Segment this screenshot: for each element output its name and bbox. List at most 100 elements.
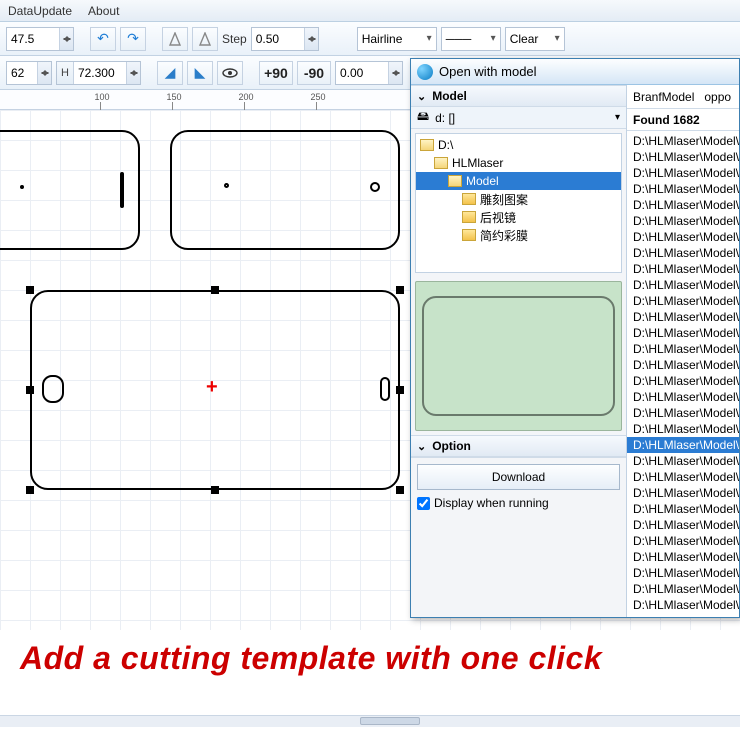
height-input[interactable] [74, 62, 126, 84]
status-scrollbar[interactable] [0, 715, 740, 727]
shape-2-dot [224, 183, 229, 188]
tree-sub1[interactable]: 雕刻图案 [416, 190, 621, 208]
handle-e[interactable] [396, 386, 404, 394]
tool-b-button[interactable] [192, 27, 218, 51]
panel-titlebar[interactable]: Open with model [411, 59, 739, 85]
handle-n[interactable] [211, 286, 219, 294]
list-item[interactable]: D:\HLMlaser\Model\oppo [627, 549, 739, 565]
handle-sw[interactable] [26, 486, 34, 494]
download-button[interactable]: Download [417, 464, 620, 490]
value1-input[interactable] [7, 28, 59, 50]
list-item[interactable]: D:\HLMlaser\Model\oppo [627, 421, 739, 437]
tree-sub3[interactable]: 简约彩膜 [416, 226, 621, 244]
list-item[interactable]: D:\HLMlaser\Model\oppo [627, 325, 739, 341]
width-input[interactable] [7, 62, 37, 84]
panel-app-icon [417, 64, 433, 80]
width-field[interactable] [6, 61, 52, 85]
hairline-combo[interactable]: Hairline▾ [357, 27, 437, 51]
flip-v-button[interactable]: ◣ [187, 61, 213, 85]
list-item[interactable]: D:\HLMlaser\Model\oppo [627, 293, 739, 309]
list-item[interactable]: D:\HLMlaser\Model\oppo [627, 565, 739, 581]
chevron-down-icon: ⌄ [417, 440, 426, 453]
tree-model[interactable]: Model [416, 172, 621, 190]
shape-2-camera [370, 182, 380, 192]
rotate-minus90-button[interactable]: -90 [297, 61, 331, 85]
list-item[interactable]: D:\HLMlaser\Model\oppo [627, 245, 739, 261]
selected-cutout [42, 375, 64, 403]
folder-tree[interactable]: D:\ HLMlaser Model 雕刻图案 后视镜 简约彩膜 [415, 133, 622, 273]
angle-field[interactable] [335, 61, 403, 85]
list-item[interactable]: D:\HLMlaser\Model\oppo [627, 213, 739, 229]
step-input[interactable] [252, 28, 304, 50]
list-item[interactable]: D:\HLMlaser\Model\oppo [627, 373, 739, 389]
tree-hlmlaser[interactable]: HLMlaser [416, 154, 621, 172]
list-item[interactable]: D:\HLMlaser\Model\oppo [627, 405, 739, 421]
clear-combo[interactable]: Clear▾ [505, 27, 565, 51]
model-preview [415, 281, 622, 431]
list-item[interactable]: D:\HLMlaser\Model\oppo [627, 501, 739, 517]
menu-about[interactable]: About [88, 4, 119, 18]
undo-button[interactable]: ↶ [90, 27, 116, 51]
list-item[interactable]: D:\HLMlaser\Model\oppo [627, 261, 739, 277]
drive-selector[interactable]: 🖴 d: [] ▾ [411, 107, 626, 129]
scroll-thumb[interactable] [360, 717, 420, 725]
list-item[interactable]: D:\HLMlaser\Model\oppo [627, 277, 739, 293]
list-item[interactable]: D:\HLMlaser\Model\oppo [627, 389, 739, 405]
list-item[interactable]: D:\HLMlaser\Model\oppo [627, 469, 739, 485]
rotate-plus90-button[interactable]: +90 [259, 61, 293, 85]
angle-input[interactable] [336, 62, 388, 84]
menu-dataupdate[interactable]: DataUpdate [8, 4, 72, 18]
selected-camera [380, 377, 390, 401]
shape-1-slot [120, 172, 124, 208]
display-checkbox-input[interactable] [417, 497, 430, 510]
tree-root[interactable]: D:\ [416, 136, 621, 154]
list-item[interactable]: D:\HLMlaser\Model\oppo [627, 149, 739, 165]
handle-w[interactable] [26, 386, 34, 394]
list-item[interactable]: D:\HLMlaser\Model\oppo [627, 533, 739, 549]
list-item[interactable]: D:\HLMlaser\Model\oppo [627, 453, 739, 469]
list-item[interactable]: D:\HLMlaser\Model\oppo [627, 133, 739, 149]
toolbar-row-1: ↶ ↷ Step Hairline▾ ───▾ Clear▾ [0, 22, 740, 56]
handle-nw[interactable] [26, 286, 34, 294]
height-field[interactable]: H [56, 61, 141, 85]
list-item[interactable]: D:\HLMlaser\Model\oppo [627, 341, 739, 357]
chevron-down-icon: ⌄ [417, 90, 426, 103]
display-when-running-checkbox[interactable]: Display when running [417, 496, 620, 510]
list-item[interactable]: D:\HLMlaser\Model\oppo [627, 309, 739, 325]
tool-a-button[interactable] [162, 27, 188, 51]
list-item[interactable]: D:\HLMlaser\Model\oppo [627, 581, 739, 597]
flip-h-button[interactable]: ◢ [157, 61, 183, 85]
list-item[interactable]: D:\HLMlaser\Model\oppo [627, 517, 739, 533]
template-shape-2[interactable] [170, 130, 400, 250]
redo-button[interactable]: ↷ [120, 27, 146, 51]
list-item[interactable]: D:\HLMlaser\Model\oppo [627, 229, 739, 245]
width-stepper[interactable] [37, 62, 51, 84]
list-item[interactable]: D:\HLMlaser\Model\oppo [627, 165, 739, 181]
model-path-list[interactable]: D:\HLMlaser\Model\oppoD:\HLMlaser\Model\… [627, 131, 739, 617]
drive-icon: 🖴 [417, 107, 429, 128]
angle-stepper[interactable] [388, 62, 402, 84]
marketing-caption: Add a cutting template with one click [20, 640, 740, 677]
panel-title: Open with model [439, 64, 537, 79]
list-item[interactable]: D:\HLMlaser\Model\oppo [627, 485, 739, 501]
height-stepper[interactable] [126, 62, 140, 84]
value1-field[interactable] [6, 27, 74, 51]
tree-sub2[interactable]: 后视镜 [416, 208, 621, 226]
handle-s[interactable] [211, 486, 219, 494]
option-section-header[interactable]: ⌄Option [411, 435, 626, 457]
model-section-header[interactable]: ⌄Model [411, 85, 626, 107]
template-shape-1[interactable] [0, 130, 140, 250]
step-stepper[interactable] [304, 28, 318, 50]
list-item[interactable]: D:\HLMlaser\Model\oppo [627, 357, 739, 373]
eye-button[interactable] [217, 61, 243, 85]
value1-stepper[interactable] [59, 28, 73, 50]
list-item[interactable]: D:\HLMlaser\Model\oppo [627, 197, 739, 213]
linestyle-combo[interactable]: ───▾ [441, 27, 501, 51]
shape-1-dot [20, 185, 24, 189]
handle-ne[interactable] [396, 286, 404, 294]
list-item[interactable]: D:\HLMlaser\Model\oppo [627, 597, 739, 613]
step-field[interactable] [251, 27, 319, 51]
handle-se[interactable] [396, 486, 404, 494]
list-item[interactable]: D:\HLMlaser\Model\oppor [627, 437, 739, 453]
list-item[interactable]: D:\HLMlaser\Model\oppo [627, 181, 739, 197]
